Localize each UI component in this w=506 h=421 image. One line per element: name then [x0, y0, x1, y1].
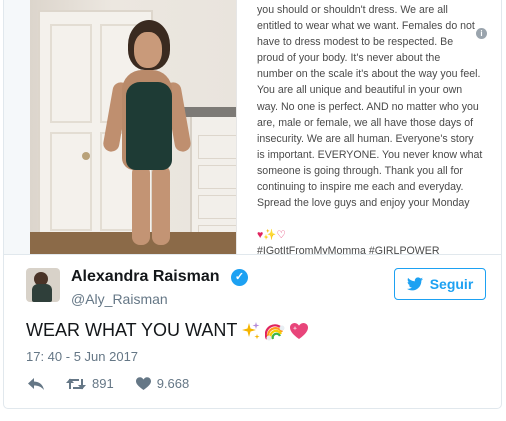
tweet-card: you should or shouldn't dress. We are al…	[3, 0, 502, 409]
author-name[interactable]: Alexandra Raisman	[71, 268, 220, 286]
heart-icon	[135, 376, 151, 390]
note-tags-line: ♥✨♡ #IGotItFromMyMomma #GIRLPOWER	[257, 211, 493, 254]
divider	[4, 254, 501, 255]
like-count: 9.668	[156, 376, 190, 391]
twitter-bird-icon	[406, 277, 423, 291]
note-tags: #IGotItFromMyMomma #GIRLPOWER	[257, 245, 440, 254]
tweet-actions: 891 9.668	[28, 376, 211, 391]
tweet-body: WEAR WHAT YOU WANT	[26, 320, 238, 340]
info-icon[interactable]: i	[476, 28, 487, 39]
author-handle[interactable]: @Aly_Raisman	[71, 291, 168, 307]
note-text: you should or shouldn't dress. We are al…	[257, 4, 483, 210]
note-screenshot[interactable]: you should or shouldn't dress. We are al…	[236, 0, 501, 254]
like-action[interactable]: 9.668	[135, 376, 190, 391]
tweet-timestamp[interactable]: 17: 40 - 5 Jun 2017	[26, 349, 138, 364]
tweet-text: WEAR WHAT YOU WANT	[26, 320, 309, 341]
follow-button[interactable]: Seguir	[394, 268, 486, 300]
tweet-media[interactable]: you should or shouldn't dress. We are al…	[4, 0, 501, 254]
sparkling-heart-icon	[290, 322, 309, 339]
retweet-action[interactable]: 891	[66, 376, 114, 391]
person-face	[134, 32, 162, 68]
reply-action[interactable]	[28, 377, 44, 391]
verified-icon: ✓	[231, 269, 248, 286]
retweet-icon	[66, 378, 86, 389]
photo[interactable]	[30, 0, 236, 254]
avatar[interactable]	[26, 268, 60, 302]
reply-icon	[28, 377, 44, 390]
sparkles-icon	[242, 321, 260, 339]
rainbow-icon	[265, 323, 285, 340]
retweet-count: 891	[92, 376, 114, 391]
swimsuit	[126, 82, 172, 170]
follow-label: Seguir	[429, 276, 474, 292]
